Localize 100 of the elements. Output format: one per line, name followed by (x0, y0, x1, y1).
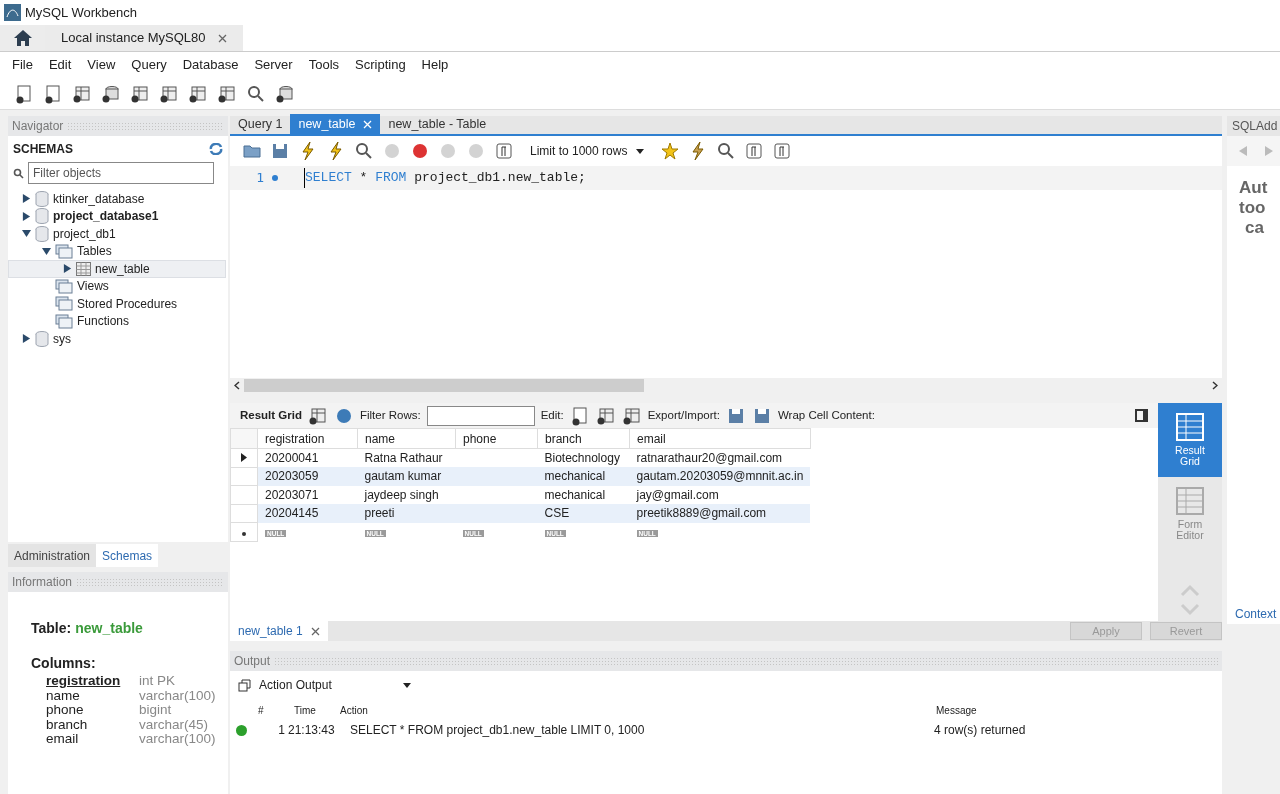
table-icon (76, 261, 91, 276)
column-header[interactable]: email (629, 428, 811, 449)
scrollbar-thumb[interactable] (244, 379, 644, 392)
tree-item[interactable]: Tables (8, 242, 226, 260)
menu-item[interactable]: Help (413, 55, 457, 75)
result-tab[interactable]: new_table 1 (230, 621, 328, 641)
section-heading: SCHEMAS (13, 141, 73, 158)
menu-item[interactable]: Tools (300, 55, 348, 75)
save-icon[interactable] (270, 141, 290, 161)
tree-item[interactable]: project_db1 (8, 225, 226, 243)
copy-icon[interactable] (238, 678, 251, 692)
panel-toggle-icon[interactable] (1135, 409, 1148, 422)
column-header[interactable]: Action (334, 702, 368, 718)
column-name: phone (46, 703, 85, 718)
collapse-arrow-icon[interactable] (42, 246, 51, 256)
column-header[interactable]: phone (455, 428, 538, 449)
folder-icon (55, 278, 73, 294)
close-icon[interactable] (310, 626, 320, 636)
tree-item[interactable]: Stored Procedures (8, 295, 226, 313)
line-number: 1 (255, 169, 264, 188)
table-cell-text: 21:13:43 (288, 722, 336, 739)
connection-tab[interactable]: Local instance MySQL80 (45, 25, 243, 51)
menu-item[interactable]: Database (174, 55, 247, 75)
info-label: Table: (31, 619, 72, 638)
close-icon[interactable] (217, 33, 227, 43)
search-icon (13, 167, 24, 179)
app-logo-icon (4, 4, 21, 21)
toolbar-label: Export/Import: (647, 407, 720, 423)
table-cell: gautam kumar (357, 467, 456, 486)
sql-file-icon[interactable] (43, 83, 63, 104)
menu-item[interactable]: Scripting (347, 55, 414, 75)
menu-item[interactable]: File (4, 55, 41, 75)
editor-tab[interactable]: new_table (290, 114, 381, 134)
column-header[interactable]: name (357, 428, 456, 449)
table-cell: preeti (357, 504, 456, 523)
tree-item[interactable]: Functions (8, 312, 226, 330)
folder-icon (55, 313, 73, 329)
column-name: branch (46, 717, 89, 732)
table-add-icon[interactable] (217, 83, 237, 104)
statement-marker-icon (272, 175, 278, 181)
result-grid-tab[interactable]: Result Grid (240, 406, 302, 425)
editor-tab[interactable]: Query 1 (230, 114, 291, 134)
database-icon (35, 190, 49, 207)
sql-file-icon[interactable] (14, 83, 34, 104)
explain-icon[interactable] (354, 141, 374, 161)
caret-icon (403, 682, 411, 688)
tree-item[interactable]: Views (8, 277, 226, 295)
tree-item[interactable]: project_database1 (8, 207, 226, 225)
column-header[interactable]: registration (257, 428, 358, 449)
panel-title: Information (12, 574, 73, 591)
column-header[interactable]: Time (288, 702, 316, 718)
editor-tab[interactable]: new_table - Table (380, 114, 495, 134)
help-text: Aut (1239, 178, 1269, 198)
scroll-left-icon[interactable] (234, 381, 240, 390)
menu-item[interactable]: Edit (40, 55, 80, 75)
star-icon[interactable] (660, 141, 680, 161)
search-icon[interactable] (716, 141, 736, 161)
table-cell: 20204145 (257, 504, 358, 523)
tree-item[interactable]: ktinker_database (8, 190, 226, 208)
inspector-icon[interactable] (246, 83, 266, 104)
scroll-right-icon[interactable] (1212, 381, 1218, 390)
filter-field[interactable]: Filter objects (28, 162, 214, 184)
current-row-icon (241, 453, 247, 463)
table-cell: gautam.20203059@mnnit.ac.in (629, 467, 811, 486)
column-header[interactable]: Message (930, 702, 977, 718)
table-add-icon[interactable] (130, 83, 150, 104)
table-add-icon[interactable] (188, 83, 208, 104)
column-header[interactable]: branch (537, 428, 630, 449)
filter-rows-field[interactable] (426, 405, 535, 426)
column-type: varchar(100) (139, 688, 217, 703)
view-switch-button[interactable]: Result Grid (1158, 403, 1222, 477)
table-add-icon[interactable] (159, 83, 179, 104)
table-cell-text: 4 row(s) returned (933, 722, 1027, 739)
collapse-arrow-icon[interactable] (22, 229, 31, 239)
menu-item[interactable]: Server (246, 55, 301, 75)
database-add-icon[interactable] (101, 83, 121, 104)
table-cell: mechanical (537, 467, 630, 486)
home-tab[interactable] (0, 25, 45, 51)
column-type: varchar(100) (139, 732, 217, 747)
window-title: MySQL Workbench (25, 3, 137, 22)
database-add-icon[interactable] (275, 83, 295, 104)
panel-title: SQLAdd (1232, 118, 1278, 135)
sidebar-tab[interactable]: Schemas (96, 544, 159, 567)
tree-item[interactable]: new_table (8, 260, 226, 278)
code-line: SELECT * FROM project_db1.new_table; (304, 168, 586, 188)
sidebar-tab[interactable]: Administration (8, 544, 97, 567)
menu-item[interactable]: View (79, 55, 124, 75)
table-add-icon[interactable] (72, 83, 92, 104)
grid-icon (1176, 413, 1204, 441)
menu-item[interactable]: Query (123, 55, 175, 75)
caret-icon (636, 148, 644, 154)
expand-arrow-icon[interactable] (63, 264, 72, 274)
folder-icon (55, 243, 73, 259)
column-header[interactable]: # (252, 702, 264, 718)
context-tab[interactable]: Context (1227, 605, 1280, 623)
tree-item[interactable]: sys (8, 330, 226, 348)
expand-arrow-icon[interactable] (22, 334, 31, 344)
database-icon (35, 330, 49, 347)
home-icon (12, 29, 33, 47)
help-text: too (1239, 198, 1267, 218)
